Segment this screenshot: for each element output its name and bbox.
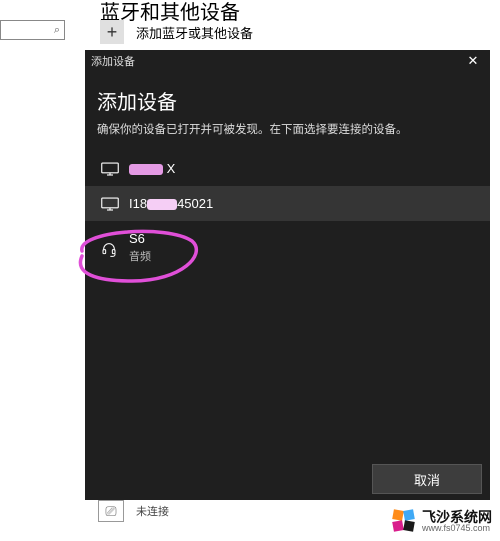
- device-item[interactable]: I1845021: [85, 186, 490, 221]
- cancel-button[interactable]: 取消: [372, 464, 482, 494]
- device-name: X: [129, 161, 175, 176]
- dialog-titlebar: 添加设备 ✕: [85, 50, 490, 72]
- device-item[interactable]: S6 音频: [85, 221, 490, 274]
- plus-icon: +: [100, 20, 124, 44]
- device-list: X I1845021: [85, 151, 490, 274]
- bg-device-status: ⎚ 未连接: [98, 500, 169, 522]
- monitor-icon: [101, 162, 119, 176]
- close-button[interactable]: ✕: [462, 52, 484, 70]
- search-input[interactable]: ⌕: [0, 20, 65, 40]
- device-name: I1845021: [129, 196, 213, 211]
- device-icon: ⎚: [98, 500, 124, 522]
- add-device-label: 添加蓝牙或其他设备: [136, 23, 253, 42]
- device-item[interactable]: X: [85, 151, 490, 186]
- watermark: 飞沙系统网 www.fs0745.com: [392, 509, 492, 533]
- dialog-subtext: 确保你的设备已打开并可被发现。在下面选择要连接的设备。: [97, 121, 478, 137]
- watermark-url: www.fs0745.com: [422, 524, 492, 533]
- device-subtitle: 音频: [129, 248, 151, 264]
- watermark-text: 飞沙系统网: [422, 510, 492, 524]
- dialog-titlebar-text: 添加设备: [91, 53, 135, 69]
- cancel-label: 取消: [414, 470, 440, 489]
- watermark-logo: [392, 509, 416, 533]
- monitor-icon: [101, 197, 119, 211]
- device-name: S6: [129, 231, 151, 246]
- add-device-dialog: 添加设备 ✕ 添加设备 确保你的设备已打开并可被发现。在下面选择要连接的设备。: [85, 50, 490, 500]
- headset-icon: [101, 241, 119, 255]
- device-status-text: 未连接: [136, 503, 169, 519]
- search-icon: ⌕: [54, 24, 60, 37]
- dialog-heading: 添加设备: [97, 86, 478, 115]
- add-device-row[interactable]: + 添加蓝牙或其他设备: [100, 20, 253, 44]
- close-icon: ✕: [468, 53, 479, 69]
